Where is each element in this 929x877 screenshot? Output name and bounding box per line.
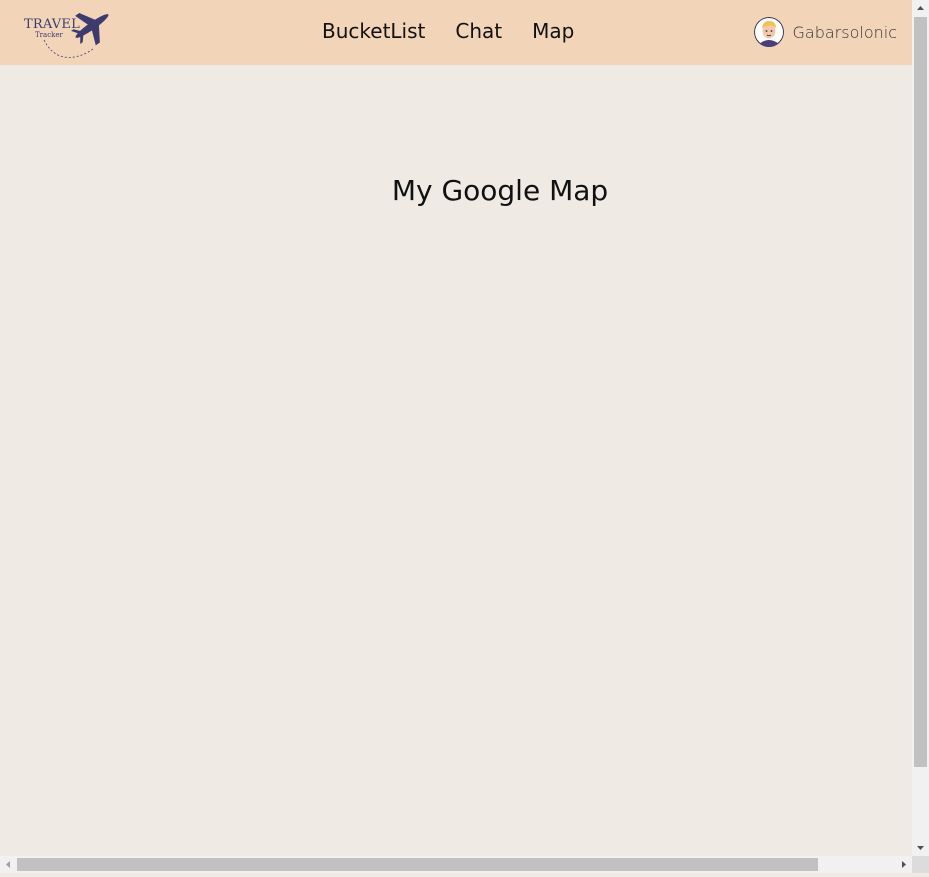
scroll-left-arrow-icon[interactable] [0, 856, 17, 873]
scrollbar-corner [912, 856, 929, 873]
user-profile[interactable]: Gabarsolonic [753, 17, 897, 47]
vertical-scroll-thumb[interactable] [914, 17, 927, 767]
horizontal-scrollbar[interactable] [0, 856, 912, 873]
nav-link-chat[interactable]: Chat [455, 19, 502, 43]
username: Gabarsolonic [792, 22, 897, 42]
user-avatar-icon[interactable] [753, 17, 784, 47]
page-viewport: TRAVEL Tracker BucketList Chat Map Gabar… [0, 0, 912, 856]
main-nav: BucketList Chat Map [322, 19, 574, 43]
nav-link-bucketlist[interactable]: BucketList [322, 19, 425, 43]
navbar: TRAVEL Tracker BucketList Chat Map Gabar… [0, 0, 912, 65]
page-title: My Google Map [391, 174, 609, 207]
logo-subtitle: Tracker [35, 31, 63, 39]
nav-link-map[interactable]: Map [532, 19, 574, 43]
scroll-down-arrow-icon[interactable] [912, 839, 929, 856]
scroll-up-arrow-icon[interactable] [912, 0, 929, 17]
scroll-right-arrow-icon[interactable] [895, 856, 912, 873]
logo-title: TRAVEL [24, 17, 80, 32]
horizontal-scroll-thumb[interactable] [17, 858, 818, 871]
logo[interactable]: TRAVEL Tracker [22, 4, 114, 62]
vertical-scrollbar[interactable] [912, 0, 929, 856]
